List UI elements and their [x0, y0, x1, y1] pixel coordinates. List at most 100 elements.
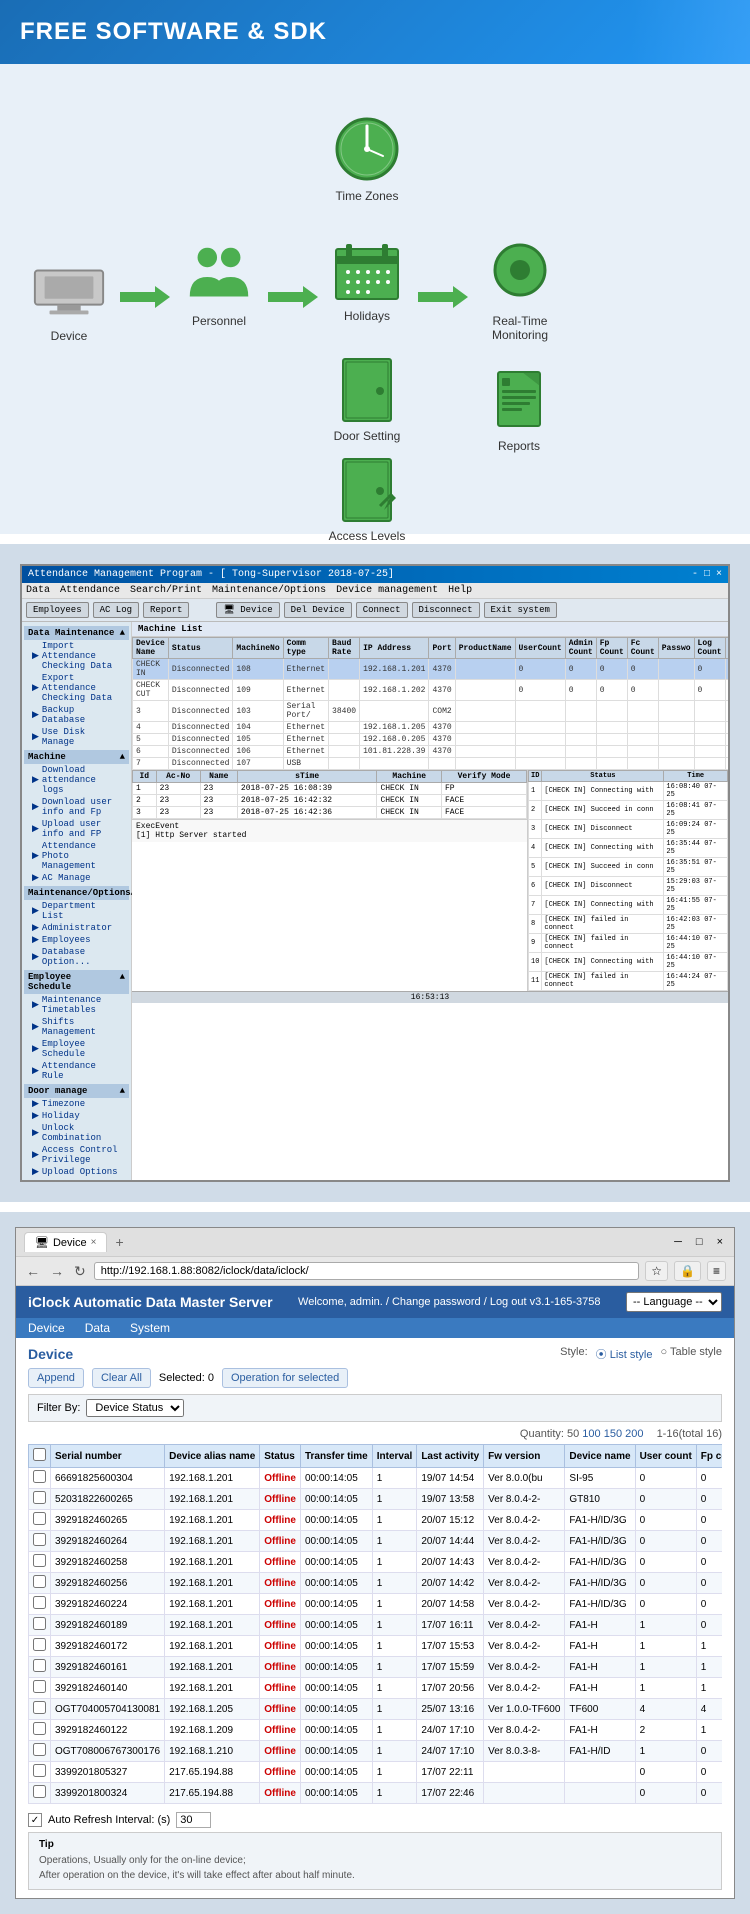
select-all-checkbox[interactable]: [33, 1448, 46, 1461]
nav-device[interactable]: Device: [28, 1321, 65, 1335]
btn-disconnect[interactable]: Disconnect: [412, 602, 480, 618]
event-table-row[interactable]: 323232018-07-25 16:42:36CHECK INFACE: [133, 807, 527, 819]
back-btn[interactable]: ←: [24, 1263, 42, 1279]
btn-connect[interactable]: Connect: [356, 602, 408, 618]
menu-data[interactable]: Data: [26, 585, 50, 596]
machine-table-row[interactable]: 5Disconnected105Ethernet192.168.0.205437…: [133, 734, 729, 746]
row-checkbox[interactable]: [33, 1638, 46, 1651]
minimize-btn[interactable]: ─: [674, 1236, 682, 1248]
row-checkbox[interactable]: [33, 1533, 46, 1546]
sidebar-export[interactable]: ▶Export Attendance Checking Data: [24, 672, 129, 704]
shield-btn[interactable]: 🔒: [674, 1261, 701, 1281]
list-item[interactable]: 66691825600304192.168.1.201Offline00:00:…: [29, 1468, 723, 1489]
list-item[interactable]: 3929182460224192.168.1.201Offline00:00:1…: [29, 1594, 723, 1615]
row-checkbox[interactable]: [33, 1701, 46, 1714]
url-bar[interactable]: [94, 1262, 640, 1280]
machine-table-row[interactable]: CHECK CUTDisconnected109Ethernet192.168.…: [133, 680, 729, 701]
sidebar-timezone[interactable]: ▶Timezone: [24, 1098, 129, 1110]
new-tab-btn[interactable]: +: [115, 1234, 123, 1250]
sidebar-section-door[interactable]: Door manage ▲: [24, 1084, 129, 1098]
menu-device[interactable]: Device management: [336, 585, 438, 596]
operation-btn[interactable]: Operation for selected: [222, 1368, 348, 1388]
list-item[interactable]: 3929182460265192.168.1.201Offline00:00:1…: [29, 1510, 723, 1531]
sidebar-dbopt[interactable]: ▶Database Option...: [24, 946, 129, 968]
event-table-row[interactable]: 223232018-07-25 16:42:32CHECK INFACE: [133, 795, 527, 807]
event-table-row[interactable]: 123232018-07-25 16:08:39CHECK INFP: [133, 783, 527, 795]
sidebar-backup[interactable]: ▶Backup Database: [24, 704, 129, 726]
row-checkbox[interactable]: [33, 1596, 46, 1609]
list-style-btn[interactable]: ⦿ List style: [596, 1346, 653, 1362]
close-btn[interactable]: ×: [717, 1236, 723, 1248]
list-item[interactable]: 3929182460122192.168.1.209Offline00:00:1…: [29, 1720, 723, 1741]
sidebar-upload[interactable]: ▶Upload Options: [24, 1166, 129, 1178]
row-checkbox[interactable]: [33, 1722, 46, 1735]
filter-select[interactable]: Device Status: [86, 1399, 184, 1417]
list-item[interactable]: OGT708006767300176192.168.1.210Offline00…: [29, 1741, 723, 1762]
machine-table-row[interactable]: 7Disconnected107USB3204: [133, 758, 729, 770]
machine-table-row[interactable]: 4Disconnected104Ethernet192.168.1.205437…: [133, 722, 729, 734]
menu-maintenance[interactable]: Maintenance/Options: [212, 585, 326, 596]
sidebar-section-data[interactable]: Data Maintenance ▲: [24, 626, 129, 640]
tab-close-btn[interactable]: ×: [91, 1237, 97, 1248]
browser-tab-device[interactable]: 🖥 Device ×: [24, 1232, 107, 1252]
nav-data[interactable]: Data: [85, 1321, 110, 1335]
sidebar-holiday[interactable]: ▶Holiday: [24, 1110, 129, 1122]
list-item[interactable]: 3929182460172192.168.1.201Offline00:00:1…: [29, 1636, 723, 1657]
sidebar-section-empsch[interactable]: Employee Schedule ▲: [24, 970, 129, 994]
row-checkbox[interactable]: [33, 1617, 46, 1630]
list-item[interactable]: 3929182460256192.168.1.201Offline00:00:1…: [29, 1573, 723, 1594]
sidebar-empschedule[interactable]: ▶Employee Schedule: [24, 1038, 129, 1060]
sidebar-dl-user[interactable]: ▶Download user info and Fp: [24, 796, 129, 818]
sidebar-dept[interactable]: ▶Department List: [24, 900, 129, 922]
language-select[interactable]: -- Language --: [626, 1292, 722, 1312]
row-checkbox[interactable]: [33, 1743, 46, 1756]
btn-del-device[interactable]: Del Device: [284, 602, 352, 618]
list-item[interactable]: 3399201800324217.65.194.88Offline00:00:1…: [29, 1783, 723, 1804]
sidebar-section-maint[interactable]: Maintenance/Options ▲: [24, 886, 129, 900]
forward-btn[interactable]: →: [48, 1263, 66, 1279]
menu-search[interactable]: Search/Print: [130, 585, 202, 596]
sidebar-timetables[interactable]: ▶Maintenance Timetables: [24, 994, 129, 1016]
btn-employees[interactable]: Employees: [26, 602, 89, 618]
sidebar-ac[interactable]: ▶AC Manage: [24, 872, 129, 884]
sidebar-attrule[interactable]: ▶Attendance Rule: [24, 1060, 129, 1082]
sidebar-employees[interactable]: ▶Employees: [24, 934, 129, 946]
machine-table-wrapper[interactable]: Device Name Status MachineNo Comm type B…: [132, 637, 728, 770]
btn-aclog[interactable]: AC Log: [93, 602, 139, 618]
sidebar-access[interactable]: ▶Access Control Privilege: [24, 1144, 129, 1166]
sidebar-photo[interactable]: ▶Attendance Photo Management: [24, 840, 129, 872]
list-item[interactable]: 3929182460161192.168.1.201Offline00:00:1…: [29, 1657, 723, 1678]
star-btn[interactable]: ☆: [645, 1261, 668, 1281]
sidebar-dl-logs[interactable]: ▶Download attendance logs: [24, 764, 129, 796]
sidebar-section-machine[interactable]: Machine ▲: [24, 750, 129, 764]
auto-refresh-checkbox[interactable]: ✓: [28, 1813, 42, 1827]
refresh-btn[interactable]: ↻: [72, 1263, 88, 1280]
device-table-wrapper[interactable]: Serial number Device alias name Status T…: [28, 1444, 722, 1804]
row-checkbox[interactable]: [33, 1470, 46, 1483]
att-window-controls[interactable]: - □ ×: [692, 569, 722, 580]
row-checkbox[interactable]: [33, 1659, 46, 1672]
machine-table-row[interactable]: 6Disconnected106Ethernet101.81.228.39437…: [133, 746, 729, 758]
menu-attendance[interactable]: Attendance: [60, 585, 120, 596]
list-item[interactable]: 3929182460189192.168.1.201Offline00:00:1…: [29, 1615, 723, 1636]
row-checkbox[interactable]: [33, 1512, 46, 1525]
append-btn[interactable]: Append: [28, 1368, 84, 1388]
quantity-200[interactable]: 200: [625, 1428, 643, 1440]
btn-report[interactable]: Report: [143, 602, 189, 618]
interval-input[interactable]: [176, 1812, 211, 1828]
btn-device[interactable]: 🖥 Device: [216, 602, 279, 618]
sidebar-ul-user[interactable]: ▶Upload user info and FP: [24, 818, 129, 840]
sidebar-unlock[interactable]: ▶Unlock Combination: [24, 1122, 129, 1144]
sidebar-shifts[interactable]: ▶Shifts Management: [24, 1016, 129, 1038]
nav-system[interactable]: System: [130, 1321, 170, 1335]
quantity-150[interactable]: 150: [604, 1428, 622, 1440]
machine-table-row[interactable]: 3Disconnected103Serial Port/38400COM2: [133, 701, 729, 722]
row-checkbox[interactable]: [33, 1680, 46, 1693]
list-item[interactable]: 3929182460264192.168.1.201Offline00:00:1…: [29, 1531, 723, 1552]
row-checkbox[interactable]: [33, 1764, 46, 1777]
row-checkbox[interactable]: [33, 1785, 46, 1798]
btn-exit[interactable]: Exit system: [484, 602, 557, 618]
list-item[interactable]: 52031822600265192.168.1.201Offline00:00:…: [29, 1489, 723, 1510]
menu-btn[interactable]: ≡: [707, 1261, 726, 1281]
clear-all-btn[interactable]: Clear All: [92, 1368, 151, 1388]
